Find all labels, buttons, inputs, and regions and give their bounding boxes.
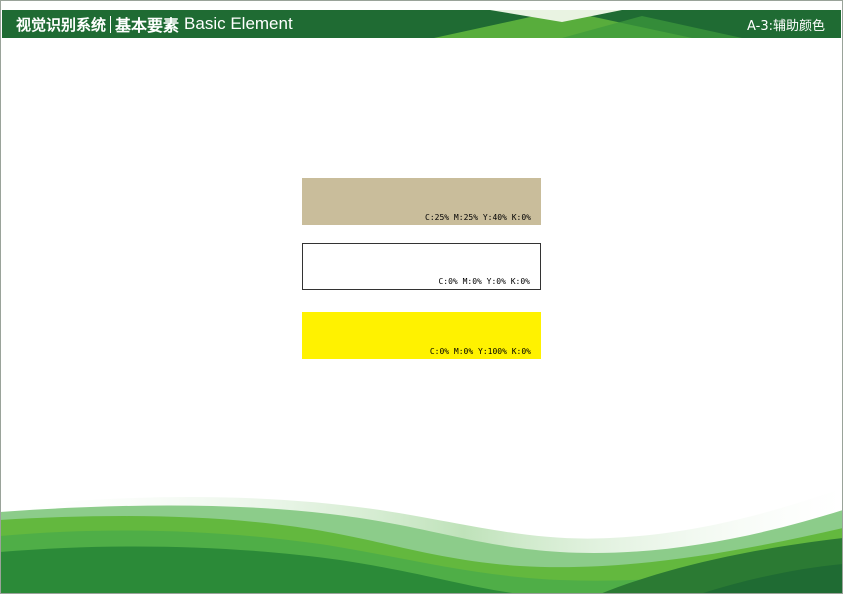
- swatch-cmyk-label: C:25% M:25% Y:40% K:0%: [425, 213, 531, 222]
- section-title-cn: 基本要素: [115, 16, 180, 35]
- color-swatch-white: C:0% M:0% Y:0% K:0%: [302, 243, 541, 290]
- system-title: 视觉识别系统: [16, 15, 107, 34]
- color-swatch-yellow: C:0% M:0% Y:100% K:0%: [302, 312, 541, 359]
- brand-title: 视觉识别系统 基本要素 Basic Element: [16, 13, 293, 35]
- swatch-cmyk-label: C:0% M:0% Y:100% K:0%: [429, 347, 531, 356]
- page: 视觉识别系统 基本要素 Basic Element A-3:辅助颜色 C:25%…: [0, 0, 843, 594]
- header-bar: 视觉识别系统 基本要素 Basic Element A-3:辅助颜色: [2, 10, 841, 38]
- color-swatch-khaki: C:25% M:25% Y:40% K:0%: [302, 178, 541, 225]
- page-code: A-3:辅助颜色: [747, 19, 825, 34]
- section-title-en: Basic Element: [184, 14, 293, 33]
- title-divider: [110, 15, 112, 33]
- footer-wave-decoration: [0, 488, 843, 594]
- swatch-cmyk-label: C:0% M:0% Y:0% K:0%: [438, 277, 530, 286]
